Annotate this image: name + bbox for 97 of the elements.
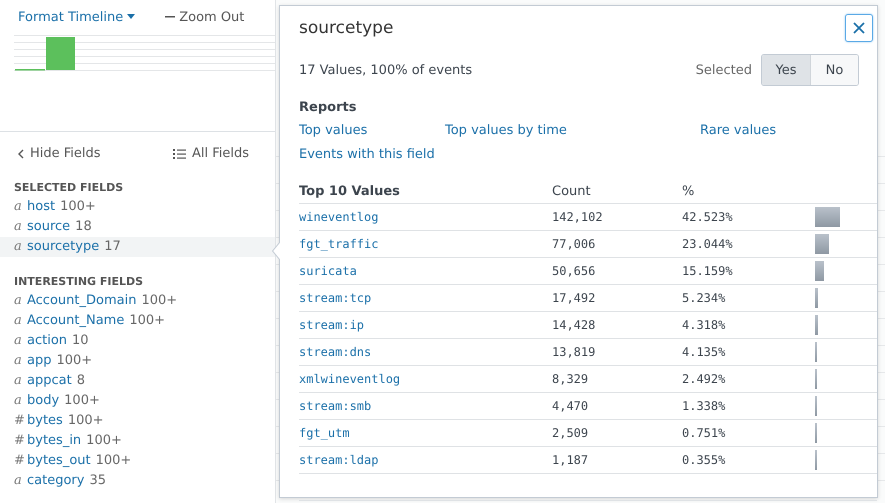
column-header: Top 10 Values: [299, 180, 552, 204]
column-header: %: [682, 180, 815, 204]
selected-label: Selected: [696, 62, 752, 78]
count-cell: 1,187: [552, 446, 682, 474]
toggle-option[interactable]: Yes: [762, 55, 810, 85]
field-type-icon: a: [14, 217, 22, 237]
field-item[interactable]: # bytes_out 100+: [0, 451, 275, 471]
toggle-option[interactable]: No: [810, 55, 858, 85]
field-count: 100+: [56, 352, 92, 370]
count-cell: 14,428: [552, 312, 682, 338]
value-link[interactable]: fgt_utm: [299, 426, 350, 440]
reports-heading: Reports: [298, 99, 358, 115]
field-count: 35: [89, 472, 106, 490]
field-count: 17: [104, 238, 121, 256]
field-type-icon: a: [14, 371, 22, 391]
field-name: bytes: [27, 412, 63, 430]
field-type-icon: a: [14, 351, 22, 371]
list-icon: [172, 148, 186, 158]
field-type-icon: #: [14, 431, 22, 451]
report-link[interactable]: Top values: [299, 123, 445, 138]
caret-icon: [127, 14, 136, 20]
summary-text: 17 Values, 100% of events: [299, 62, 474, 78]
value-link[interactable]: wineventlog: [299, 210, 378, 224]
count-cell: 13,819: [552, 338, 682, 366]
field-name: bytes_out: [27, 452, 91, 470]
field-count: 100+: [64, 392, 100, 410]
count-cell: 2,509: [552, 420, 682, 446]
field-type-icon: a: [14, 291, 22, 311]
field-item[interactable]: a Account_Name 100+: [0, 311, 275, 331]
section-heading: SELECTED FIELDS: [13, 180, 124, 196]
field-count: 100+: [68, 412, 104, 430]
field-count: 10: [72, 332, 89, 350]
format-timeline-menu[interactable]: Format Timeline: [18, 6, 136, 28]
field-item[interactable]: a appcat 8: [0, 371, 275, 391]
field-name: Account_Name: [27, 312, 124, 330]
count-cell: 17,492: [552, 284, 682, 312]
field-name: bytes_in: [27, 432, 82, 450]
field-count: 100+: [129, 312, 166, 330]
field-name: app: [27, 352, 52, 370]
count-cell: 4,470: [552, 392, 682, 420]
count-cell: 77,006: [552, 230, 682, 258]
field-count: 100+: [141, 292, 178, 310]
field-type-icon: #: [14, 411, 22, 431]
count-cell: 142,102: [552, 204, 682, 230]
field-count: 8: [76, 372, 85, 390]
value-link[interactable]: xmlwineventlog: [299, 372, 400, 386]
chevron-left-icon: [18, 148, 24, 158]
field-item[interactable]: a Account_Domain 100+: [0, 291, 275, 311]
close-button[interactable]: [845, 14, 873, 42]
field-item[interactable]: a category 35: [0, 471, 275, 491]
field-type-icon: a: [14, 197, 22, 217]
column-header: Count: [552, 180, 682, 204]
field-item[interactable]: a host 100+: [0, 197, 275, 217]
field-type-icon: a: [14, 331, 22, 351]
field-name: category: [27, 472, 84, 490]
popup-title: sourcetype: [299, 18, 394, 38]
field-name: host: [27, 198, 56, 216]
field-name: appcat: [27, 372, 72, 390]
close-icon: [853, 22, 865, 34]
field-name: source: [27, 218, 70, 236]
field-type-icon: a: [14, 311, 22, 331]
field-item[interactable]: # bytes 100+: [0, 411, 275, 431]
field-name: Account_Domain: [27, 292, 136, 310]
report-link[interactable]: Rare values: [700, 123, 880, 138]
field-count: 18: [75, 218, 92, 236]
field-item[interactable]: a sourcetype 17: [0, 237, 275, 257]
field-name: sourcetype: [27, 238, 100, 256]
value-link[interactable]: stream:tcp: [299, 291, 372, 305]
minus-icon: [165, 16, 176, 18]
hide-fields-button[interactable]: Hide Fields: [18, 146, 101, 161]
value-link[interactable]: stream:smb: [299, 399, 372, 413]
field-type-icon: a: [14, 391, 22, 411]
field-item[interactable]: a source 18: [0, 217, 275, 237]
field-name: body: [27, 392, 60, 410]
value-link[interactable]: stream:ldap: [299, 453, 378, 467]
count-cell: 8,329: [552, 366, 682, 392]
value-link[interactable]: fgt_traffic: [299, 237, 378, 251]
field-item[interactable]: a body 100+: [0, 391, 275, 411]
field-count: 100+: [60, 198, 96, 216]
all-fields-button[interactable]: All Fields: [172, 146, 249, 161]
field-type-icon: a: [14, 471, 22, 491]
value-link[interactable]: stream:dns: [299, 345, 372, 359]
field-count: 100+: [96, 452, 132, 470]
report-link[interactable]: Events with this field: [299, 147, 445, 162]
field-item[interactable]: # bytes_in 100+: [0, 431, 275, 451]
field-type-icon: #: [14, 451, 22, 471]
field-item[interactable]: a action 10: [0, 331, 275, 351]
count-cell: 50,656: [552, 258, 682, 284]
field-name: action: [27, 332, 68, 350]
value-link[interactable]: stream:ip: [299, 318, 364, 332]
section-heading: INTERESTING FIELDS: [13, 274, 144, 290]
report-link[interactable]: Top values by time: [445, 123, 700, 138]
field-type-icon: a: [14, 237, 22, 257]
field-count: 100+: [86, 432, 122, 450]
zoom-out-button[interactable]: Zoom Out: [165, 6, 244, 28]
value-link[interactable]: suricata: [299, 264, 357, 278]
field-item[interactable]: a app 100+: [0, 351, 275, 371]
